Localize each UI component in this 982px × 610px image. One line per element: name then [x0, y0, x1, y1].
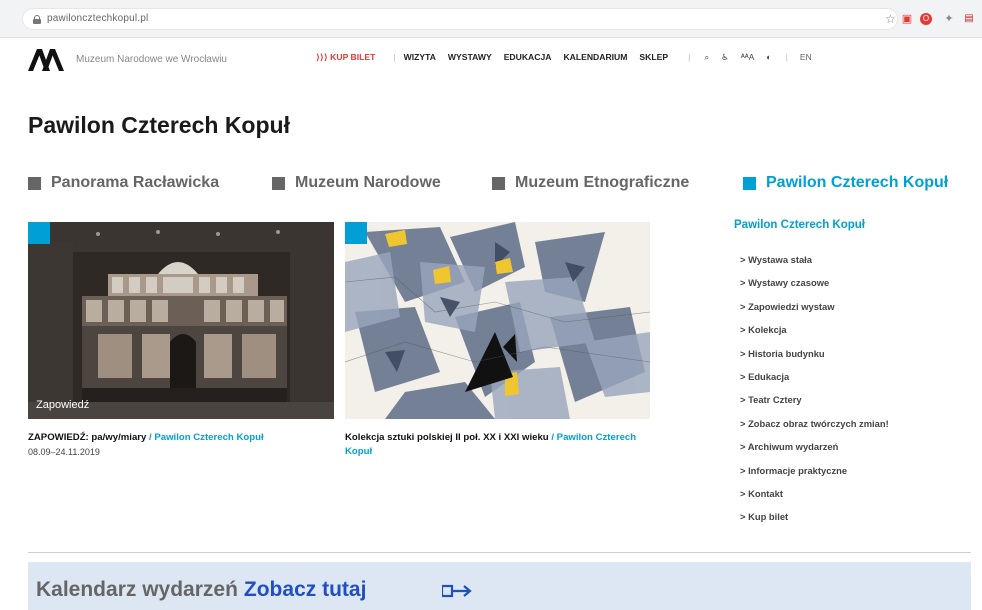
tab-muzeum-etnograficzne[interactable]: Muzeum Etnograficzne [492, 174, 689, 192]
card-date: 08.09–24.11.2019 [28, 447, 100, 457]
square-icon [28, 176, 41, 190]
extension-icon-2[interactable]: ▤ [962, 12, 976, 26]
calendar-cta-link[interactable]: Zobacz tutaj [244, 578, 367, 601]
card-caption-2: Kolekcja sztuki polskiej II poł. XX i XX… [345, 431, 650, 459]
tab-pawilon[interactable]: Pawilon Czterech Kopuł [743, 174, 948, 192]
buy-ticket-link[interactable]: ⟩⟩⟩ KUP BILET [316, 52, 375, 63]
sidebar-item-upcoming[interactable]: > Zapowiedzi wystaw [740, 301, 980, 324]
exhibition-photo[interactable]: Zapowiedź [28, 222, 334, 419]
card-title[interactable]: Kolekcja sztuki polskiej II poł. XX i XX… [345, 432, 549, 443]
language-switch[interactable]: EN [800, 52, 812, 62]
sidebar-menu: > Wystawa stała > Wystawy czasowe > Zapo… [740, 254, 980, 535]
corner-marker [345, 222, 367, 244]
pin-icon[interactable]: ✦ [942, 12, 956, 26]
sidebar-item-theatre[interactable]: > Teatr Cztery [740, 394, 980, 417]
sidebar-item-buy-ticket[interactable]: > Kup bilet [740, 511, 980, 534]
browser-toolbar: pawiloncztechkopul.pl ☆ ▣ O ✦ ▤ [0, 0, 982, 38]
artwork-image [345, 222, 650, 419]
branch-tabs: Panorama Racławicka Muzeum Narodowe Muze… [28, 174, 978, 196]
tab-panorama[interactable]: Panorama Racławicka [28, 174, 219, 192]
card-title[interactable]: ZAPOWIEDŹ: pa/wy/miary [28, 432, 146, 443]
square-icon [492, 176, 505, 190]
announcement-badge: Zapowiedź [36, 399, 90, 411]
bookmark-star-icon[interactable]: ☆ [885, 12, 896, 26]
calendar-label: Kalendarz wydarzeń [36, 578, 238, 601]
arrow-right-icon[interactable] [442, 584, 474, 598]
nav-visit[interactable]: WIZYTA [404, 52, 436, 62]
sidebar-item-creative[interactable]: > Zobacz obraz twórczych zmian! [740, 418, 980, 441]
extension-icon[interactable]: ▣ [900, 12, 914, 26]
tab-muzeum-narodowe[interactable]: Muzeum Narodowe [272, 174, 441, 192]
sidebar-item-education[interactable]: > Edukacja [740, 371, 980, 394]
nav-education[interactable]: EDUKACJA [504, 52, 552, 62]
square-icon [272, 176, 285, 190]
main-nav: ⟩⟩⟩ KUP BILET | WIZYTA WYSTAWY EDUKACJA … [316, 51, 812, 63]
museum-logo[interactable] [28, 49, 64, 71]
lock-icon [33, 15, 41, 24]
font-size-button[interactable]: ᴬᴬA [741, 52, 755, 62]
sidebar-item-temporary[interactable]: > Wystawy czasowe [740, 277, 980, 300]
section-divider [28, 552, 971, 553]
collection-artwork[interactable] [345, 222, 650, 419]
nav-exhibitions[interactable]: WYSTAWY [448, 52, 492, 62]
address-bar[interactable]: pawiloncztechkopul.pl ☆ [22, 8, 898, 30]
sidebar-item-contact[interactable]: > Kontakt [740, 488, 980, 511]
contrast-icon[interactable]: ◐ [766, 52, 771, 62]
sidebar-item-info[interactable]: > Informacje praktyczne [740, 465, 980, 488]
opera-icon[interactable]: O [920, 13, 932, 25]
sidebar-title[interactable]: Pawilon Czterech Kopuł [734, 219, 865, 231]
calendar-text: Kalendarz wydarzeń Zobacz tutaj [36, 578, 366, 602]
card-caption-1: ZAPOWIEDŹ: pa/wy/miary / Pawilon Czterec… [28, 431, 334, 460]
sidebar-item-collection[interactable]: > Kolekcja [740, 324, 980, 347]
site-name: Muzeum Narodowe we Wrocławiu [76, 54, 227, 65]
url-text: pawiloncztechkopul.pl [47, 13, 149, 24]
nav-calendar[interactable]: KALENDARIUM [563, 52, 627, 62]
square-icon [743, 176, 756, 190]
sidebar-item-history[interactable]: > Historia budynku [740, 348, 980, 371]
gallery-image [28, 222, 334, 419]
card-venue-link[interactable]: / Pawilon Czterech Kopuł [146, 432, 264, 443]
nav-shop[interactable]: SKLEP [639, 52, 668, 62]
corner-marker [28, 222, 50, 244]
calendar-banner[interactable]: Kalendarz wydarzeń Zobacz tutaj [28, 562, 971, 610]
search-icon[interactable]: ⌕ [704, 52, 709, 63]
accessibility-icon[interactable]: ♿ [721, 52, 729, 63]
sidebar-item-permanent[interactable]: > Wystawa stała [740, 254, 980, 277]
sidebar-item-archive[interactable]: > Archiwum wydarzeń [740, 441, 980, 464]
page-title: Pawilon Czterech Kopuł [28, 112, 290, 138]
